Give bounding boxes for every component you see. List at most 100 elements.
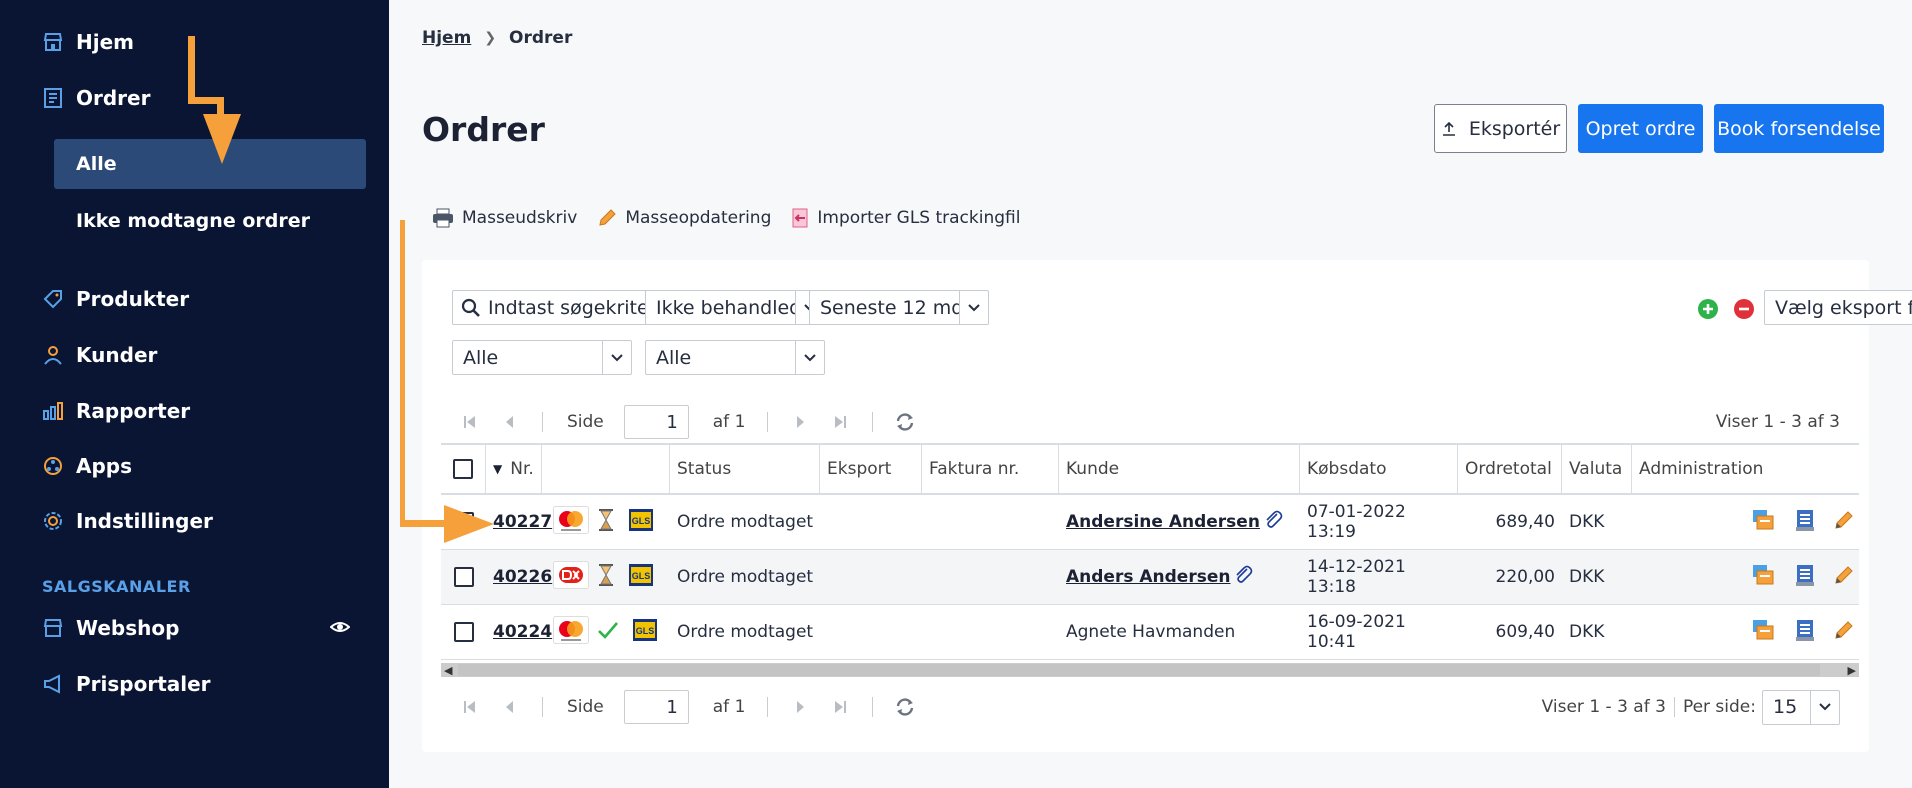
store-icon [42,31,64,53]
col-eksport[interactable]: Eksport [820,445,922,493]
create-order-button[interactable]: Opret ordre [1578,104,1703,153]
next-page-icon[interactable] [780,699,820,715]
paperclip-icon[interactable] [1263,510,1283,535]
scroll-left-icon[interactable]: ◀ [444,664,452,677]
import-gls-action[interactable]: Importer GLS trackingfil [791,208,1020,228]
filter-alle-2-select[interactable]: Alle [645,340,825,375]
sidebar-subitem-ikke-modtagne[interactable]: Ikke modtagne ordrer [54,196,366,246]
section-label-salgskanaler: SALGSKANALER [42,577,191,596]
edit-pencil-icon[interactable] [1833,509,1855,536]
add-filter-icon[interactable] [1697,298,1719,324]
pager-divider [872,412,874,432]
date-cell: 14-12-2021 13:18 [1307,557,1406,597]
pager-divider [542,412,543,432]
status-cell: Ordre modtaget [677,512,814,532]
print-document-icon[interactable] [1794,508,1816,537]
col-dato[interactable]: Købsdato [1300,445,1458,493]
book-shipment-button[interactable]: Book forsendelse [1714,104,1884,153]
horizontal-scrollbar[interactable]: ◀ ▶ [441,663,1859,677]
shipment-icon[interactable] [1751,508,1777,537]
svg-text:GLS: GLS [632,571,651,581]
period-filter-select[interactable]: Seneste 12 mdr [809,290,989,325]
sidebar-item-hjem[interactable]: Hjem [42,22,134,62]
col-total[interactable]: Ordretotal [1458,445,1562,493]
row-select-cell [441,605,486,659]
refresh-icon[interactable] [885,697,925,717]
export-format-select[interactable]: Vælg eksport f [1764,290,1912,325]
first-page-icon[interactable] [450,414,490,430]
status-filter-select[interactable]: Ikke behandlede [645,290,825,325]
page-number-input[interactable]: 1 [623,405,689,439]
col-admin: Administration [1632,445,1859,493]
export-button[interactable]: Eksportér [1434,104,1567,153]
last-page-icon[interactable] [820,414,860,430]
col-icons [542,445,670,493]
sidebar-subitem-label: Alle [76,153,117,175]
sidebar-item-label: Ordrer [76,86,151,110]
admin-cell [1632,550,1859,604]
page-number-input[interactable]: 1 [623,690,689,724]
per-page-select[interactable]: 15 [1762,689,1840,725]
scrollbar-thumb[interactable] [458,664,1820,676]
pencil-icon [599,209,617,226]
customer-link[interactable]: Anders Andersen [1066,567,1230,587]
row-checkbox[interactable] [453,567,474,587]
pager-divider [767,697,769,717]
chevron-down-icon [1810,690,1839,724]
sidebar-item-kunder[interactable]: Kunder [42,335,157,375]
col-valuta[interactable]: Valuta [1562,445,1632,493]
eye-icon[interactable] [329,617,351,641]
arrow-head-right [444,505,494,543]
prev-page-icon[interactable] [490,414,530,430]
faktura-cell [922,495,1059,549]
select-all-checkbox[interactable] [453,459,473,479]
sidebar-item-produkter[interactable]: Produkter [42,279,189,319]
order-icons-cell: GLS [542,550,670,604]
last-page-icon[interactable] [820,699,860,715]
shipment-icon[interactable] [1751,618,1777,647]
search-input[interactable]: Indtast søgekriterie [452,290,674,325]
page-label: Side [567,412,604,432]
prev-page-icon[interactable] [490,699,530,715]
filter-alle-1-select[interactable]: Alle [452,340,632,375]
first-page-icon[interactable] [450,699,490,715]
row-checkbox[interactable] [453,622,474,642]
print-document-icon[interactable] [1794,618,1816,647]
sidebar-item-prisportaler[interactable]: Prisportaler [42,664,211,704]
col-kunde[interactable]: Kunde [1059,445,1300,493]
edit-pencil-icon[interactable] [1833,564,1855,591]
breadcrumb: Hjem ❯ Ordrer [422,28,572,48]
shipment-icon[interactable] [1751,563,1777,592]
scroll-right-icon[interactable]: ▶ [1848,664,1856,677]
next-page-icon[interactable] [780,414,820,430]
mass-print-action[interactable]: Masseudskriv [432,208,577,228]
customer-link[interactable]: Andersine Andersen [1066,512,1260,532]
sidebar-item-rapporter[interactable]: Rapporter [42,391,190,431]
col-nr[interactable]: ▼ Nr. [486,445,542,493]
breadcrumb-home-link[interactable]: Hjem [422,28,471,48]
status-cell: Ordre modtaget [677,567,814,587]
col-status[interactable]: Status [670,445,820,493]
sidebar-item-indstillinger[interactable]: Indstillinger [42,501,213,541]
refresh-icon[interactable] [885,412,925,432]
table-header: ▼ Nr. Status Eksport Faktura nr. Kunde Kø… [441,443,1859,495]
sidebar-subitem-label: Ikke modtagne ordrer [76,210,310,232]
sidebar-item-ordrer[interactable]: Ordrer [42,78,150,118]
sidebar-item-label: Indstillinger [76,509,213,533]
sidebar-item-label: Apps [76,454,133,478]
mass-print-label: Masseudskriv [462,208,578,228]
edit-pencil-icon[interactable] [1833,619,1855,646]
remove-filter-icon[interactable] [1733,298,1755,324]
orders-card: Indtast søgekriterie Ikke behandlede Sen… [422,260,1912,752]
paperclip-icon[interactable] [1233,565,1253,590]
col-faktura[interactable]: Faktura nr. [922,445,1059,493]
print-document-icon[interactable] [1794,563,1816,592]
mass-update-action[interactable]: Masseopdatering [597,208,771,228]
megaphone-icon [42,673,64,695]
sidebar-item-webshop[interactable]: Webshop [42,608,179,648]
sidebar-item-apps[interactable]: Apps [42,446,132,486]
total-cell: 689,40 [1495,512,1555,532]
mastercard-icon [553,505,589,539]
col-eksport-label: Eksport [827,459,892,479]
hourglass-icon [597,563,615,592]
